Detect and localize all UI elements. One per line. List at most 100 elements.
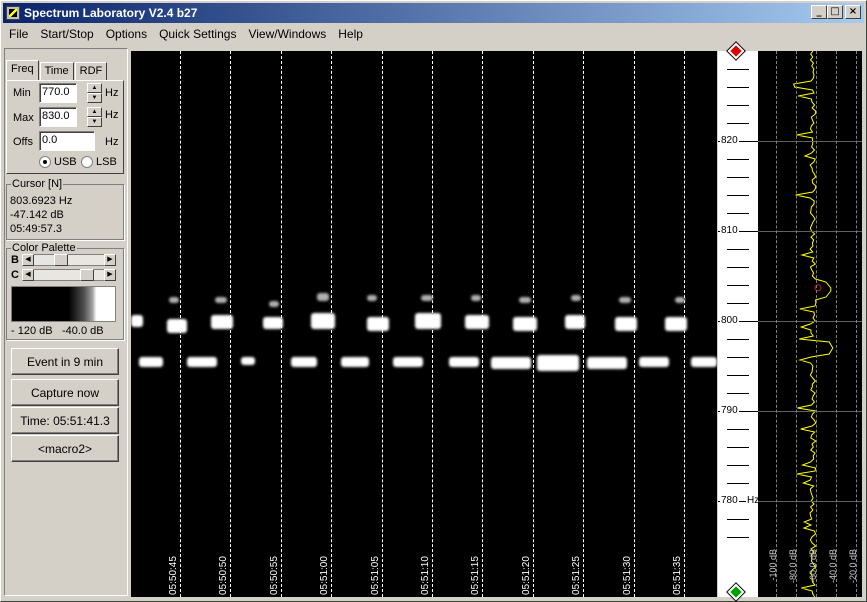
scroll-left-icon[interactable]: ◀ <box>22 254 34 266</box>
max-freq-input[interactable]: 830.0 <box>39 107 77 127</box>
frequency-tick <box>727 447 749 448</box>
app-icon[interactable] <box>6 6 20 20</box>
frequency-tick <box>727 195 749 196</box>
freq-tab-panel: Min 770.0 ▲ ▼ Hz Max 830.0 ▲ ▼ Hz Offs 0.0… <box>6 80 124 174</box>
frequency-tick <box>727 213 749 214</box>
event-button[interactable]: Event in 9 min <box>11 348 119 375</box>
tab-time[interactable]: Time <box>39 62 74 80</box>
menu-view-windows[interactable]: View/Windows <box>242 27 332 41</box>
frequency-tick <box>727 375 749 376</box>
signal-trace <box>691 357 717 367</box>
max-label: Max <box>13 112 34 124</box>
signal-trace <box>215 297 227 303</box>
usb-radio[interactable] <box>39 156 51 168</box>
frequency-tick <box>727 87 749 88</box>
signal-trace <box>393 357 423 367</box>
frequency-tick <box>727 339 749 340</box>
spin-up-icon[interactable]: ▲ <box>87 107 102 117</box>
spectrum-panel[interactable]: -100 dB -80.0 dB -60.0 dB -40.0 dB -20.0 dB <box>758 51 862 597</box>
brightness-slider[interactable]: ◀ ▶ <box>22 254 116 266</box>
signal-trace <box>139 357 163 367</box>
db-gridline <box>836 51 837 597</box>
menu-quick-settings[interactable]: Quick Settings <box>153 27 242 41</box>
signal-trace <box>187 357 217 367</box>
cursor-group-title: Cursor [N] <box>11 178 64 190</box>
menu-help[interactable]: Help <box>332 27 369 41</box>
frequency-scale[interactable]: 820 810 800 790 780 Hz <box>718 42 761 601</box>
signal-trace <box>169 297 179 303</box>
db-gridline <box>856 51 857 597</box>
menu-bar: File Start/Stop Options Quick Settings V… <box>3 24 864 44</box>
max-freq-stepper[interactable]: ▲ ▼ <box>87 107 102 127</box>
spin-down-icon[interactable]: ▼ <box>87 117 102 127</box>
lsb-label: LSB <box>96 156 117 168</box>
signal-trace <box>131 315 143 327</box>
time-button[interactable]: Time: 05:51:41.3 <box>11 407 119 434</box>
color-palette-bar <box>11 286 116 322</box>
signal-trace <box>565 315 585 329</box>
tab-freq[interactable]: Freq <box>6 60 39 80</box>
close-button[interactable]: × <box>845 5 861 19</box>
signal-trace <box>241 357 255 365</box>
frequency-tick <box>727 285 749 286</box>
signal-trace <box>471 295 481 301</box>
signal-trace <box>415 313 441 329</box>
title-bar[interactable]: Spectrum Laboratory V2.4 b27 _ □ × <box>3 3 864 23</box>
frequency-tick <box>727 267 749 268</box>
lsb-radio[interactable] <box>81 156 93 168</box>
minimize-button[interactable]: _ <box>811 5 827 19</box>
signal-trace <box>465 315 489 329</box>
contrast-slider[interactable]: ◀ ▶ <box>22 269 116 281</box>
capture-now-button[interactable]: Capture now <box>11 379 119 406</box>
offs-unit: Hz <box>105 136 119 148</box>
frequency-tick <box>727 177 749 178</box>
maximize-button[interactable]: □ <box>827 5 843 19</box>
frequency-label: 820 <box>720 135 739 146</box>
menu-file[interactable]: File <box>3 27 34 41</box>
frequency-tick <box>727 393 749 394</box>
signal-trace <box>341 357 369 367</box>
signal-trace <box>519 297 531 303</box>
scroll-right-icon[interactable]: ▶ <box>104 254 116 266</box>
min-freq-stepper[interactable]: ▲ ▼ <box>87 83 102 103</box>
frequency-label: 790 <box>720 405 739 416</box>
spin-down-icon[interactable]: ▼ <box>87 93 102 103</box>
signal-trace <box>615 317 637 331</box>
signal-trace <box>537 355 579 371</box>
signal-trace <box>263 317 283 329</box>
spectrogram-display[interactable]: 05:50:45 05:50:50 05:50:55 05:51:00 05:51:05… <box>131 51 717 597</box>
time-label: 05:51:00 <box>319 556 331 595</box>
menu-start-stop[interactable]: Start/Stop <box>34 27 99 41</box>
macro2-button[interactable]: <macro2> <box>11 435 119 462</box>
frequency-tick <box>727 465 749 466</box>
cursor-level: -47.142 dB <box>10 209 64 221</box>
frequency-tick <box>727 249 749 250</box>
signal-trace <box>317 293 329 301</box>
frequency-tick <box>727 159 749 160</box>
signal-trace <box>513 317 537 331</box>
contrast-label: C <box>11 269 19 281</box>
tab-rdf[interactable]: RDF <box>74 62 108 80</box>
offset-input[interactable]: 0.0 <box>39 131 95 151</box>
cursor-time: 05:49:57.3 <box>10 223 62 235</box>
frequency-label: 780 <box>720 495 739 506</box>
min-unit: Hz <box>105 87 119 99</box>
frequency-tick <box>727 105 749 106</box>
scroll-left-icon[interactable]: ◀ <box>22 269 34 281</box>
signal-trace <box>269 301 279 307</box>
spin-up-icon[interactable]: ▲ <box>87 83 102 93</box>
brightness-thumb[interactable] <box>53 254 68 266</box>
min-freq-input[interactable]: 770.0 <box>39 83 77 103</box>
time-label: 05:51:20 <box>520 556 532 595</box>
frequency-tick <box>727 69 749 70</box>
signal-trace <box>449 357 479 367</box>
offs-label: Offs <box>13 136 33 148</box>
db-label: -60.0 dB <box>808 549 818 584</box>
db-label: -40.0 dB <box>828 549 838 584</box>
db-gridline <box>796 51 797 597</box>
contrast-thumb[interactable] <box>79 269 94 281</box>
scroll-right-icon[interactable]: ▶ <box>104 269 116 281</box>
menu-options[interactable]: Options <box>100 27 153 41</box>
time-label: 05:51:05 <box>369 556 381 595</box>
signal-trace <box>291 357 317 367</box>
